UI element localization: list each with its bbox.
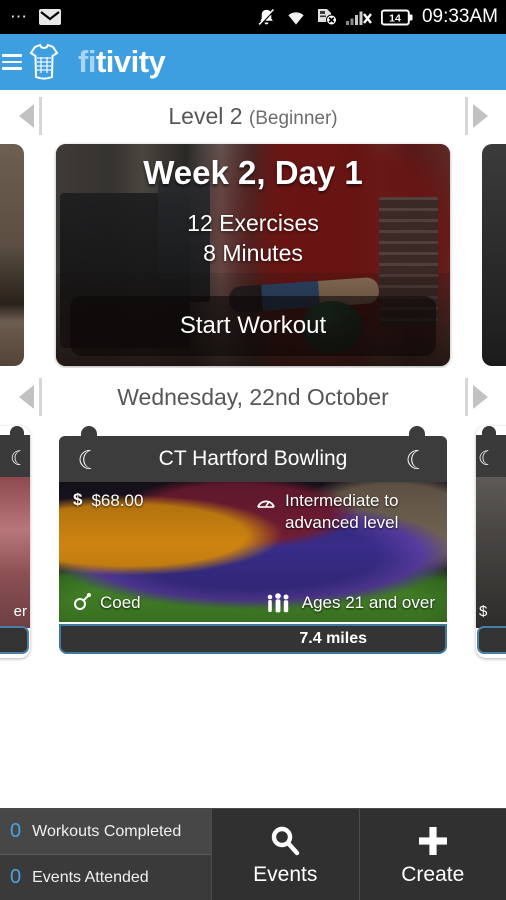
events-button-label: Events xyxy=(253,862,318,886)
event-price-text: $68.00 xyxy=(91,491,144,510)
mail-icon xyxy=(39,9,61,25)
app-bar: fitivity xyxy=(0,34,506,90)
date-nav-row: Wednesday, 22nd October xyxy=(0,368,506,426)
nav-divider xyxy=(38,378,42,416)
date-next-button[interactable] xyxy=(450,368,502,426)
workout-card-peek-next[interactable] xyxy=(482,144,506,366)
event-level: Intermediate to advanced level xyxy=(256,490,435,534)
hanger-hook-icon: ☾ xyxy=(405,445,429,475)
hanger-hook-icon: ☾ xyxy=(10,448,28,470)
workout-exercises: 12 Exercises xyxy=(187,210,319,236)
plus-icon xyxy=(418,826,447,855)
event-card-body: $ $68.00 Intermediate to advanced level xyxy=(59,482,447,622)
create-button[interactable]: Create xyxy=(358,809,506,900)
events-button[interactable]: Events xyxy=(211,809,359,900)
signal-off-icon xyxy=(345,11,372,25)
date-title: Wednesday, 22nd October xyxy=(117,383,389,410)
dollar-icon: $ xyxy=(73,490,83,509)
event-info-row-top: $ $68.00 Intermediate to advanced level xyxy=(59,490,447,534)
start-workout-button[interactable]: Start Workout xyxy=(70,296,436,356)
chevron-right-icon xyxy=(472,104,488,128)
hanger-hook-icon: ☾ xyxy=(478,448,496,470)
nav-divider xyxy=(38,97,42,135)
workout-title: Week 2, Day 1 xyxy=(143,154,363,191)
status-bar-left: ⋯ xyxy=(10,7,61,26)
hamburger-menu-icon[interactable] xyxy=(2,54,22,70)
stat-workouts-completed[interactable]: 0 Workouts Completed xyxy=(0,809,211,854)
event-ages-text: Ages 21 and over xyxy=(301,593,435,612)
nav-divider xyxy=(464,97,468,135)
workout-card[interactable]: Week 2, Day 1 12 Exercises 8 Minutes Sta… xyxy=(56,144,450,366)
event-card-header: CT Hartford Bowling xyxy=(59,436,447,482)
level-title: Level 2 (Beginner) xyxy=(168,103,337,130)
event-peek-text: $ xyxy=(479,603,488,620)
brand-suffix: tivity xyxy=(95,44,166,79)
level-title-text: Level 2 xyxy=(168,102,243,129)
level-subtitle-text: (Beginner) xyxy=(248,107,338,129)
event-gender: Coed xyxy=(73,592,141,614)
chevron-right-icon xyxy=(472,385,488,409)
jersey-logo-icon xyxy=(29,43,59,80)
event-card-footer: 7.4 miles xyxy=(59,624,447,654)
hanger-hook-icon: ☾ xyxy=(77,445,101,475)
event-carousel: ☾ er ☾ $ CT Hartford Bowling ☾ ☾ $ $68.0… xyxy=(0,426,506,658)
event-ages: Ages 21 and over xyxy=(265,592,435,614)
event-info-row-bottom: Coed Ages 21 and over xyxy=(59,592,447,614)
status-bar-right: 14 09:33AM xyxy=(257,6,498,28)
status-bar: ⋯ 14 09:33AM xyxy=(0,0,506,34)
workout-duration: 8 Minutes xyxy=(203,240,303,266)
chevron-left-icon xyxy=(18,104,34,128)
start-workout-label: Start Workout xyxy=(179,312,327,339)
event-card-peek-next[interactable]: ☾ $ xyxy=(476,426,506,658)
event-gender-text: Coed xyxy=(100,593,141,612)
sd-card-off-icon xyxy=(317,9,337,26)
event-title: CT Hartford Bowling xyxy=(158,447,348,470)
chevron-left-icon xyxy=(18,385,34,409)
event-price: $ $68.00 xyxy=(73,490,143,534)
app-root: ⋯ 14 09:33AM fitivity Level 2 (Beginner)… xyxy=(0,0,506,900)
event-level-text: Intermediate to advanced level xyxy=(285,491,399,532)
workout-carousel: Week 2, Day 1 12 Exercises 8 Minutes Sta… xyxy=(0,142,506,368)
gauge-icon xyxy=(257,500,275,508)
nav-divider xyxy=(464,378,468,416)
brand-title: fitivity xyxy=(78,44,166,80)
stat-label: Events Attended xyxy=(32,868,149,886)
gender-coed-icon xyxy=(74,593,91,610)
event-distance: 7.4 miles xyxy=(299,630,367,647)
status-bar-clock: 09:33AM xyxy=(421,6,498,27)
stat-events-attended[interactable]: 0 Events Attended xyxy=(0,854,211,900)
battery-level-text: 14 xyxy=(389,12,401,24)
level-prev-button[interactable] xyxy=(4,90,56,142)
level-next-button[interactable] xyxy=(450,90,502,142)
level-nav-row: Level 2 (Beginner) xyxy=(0,90,506,142)
search-icon xyxy=(272,826,300,855)
silent-bell-icon xyxy=(258,8,275,26)
brand-prefix: fi xyxy=(78,44,96,79)
bottom-bar: 0 Workouts Completed 0 Events Attended E… xyxy=(0,808,506,900)
stat-value: 0 xyxy=(10,866,22,888)
stats-panel: 0 Workouts Completed 0 Events Attended xyxy=(0,809,211,900)
stat-value: 0 xyxy=(10,820,22,842)
battery-icon: 14 xyxy=(380,9,413,25)
date-prev-button[interactable] xyxy=(4,368,56,426)
people-icon xyxy=(267,593,289,613)
event-card-peek-previous[interactable]: ☾ er xyxy=(0,426,30,658)
event-card[interactable]: CT Hartford Bowling ☾ ☾ $ $68.00 Interme… xyxy=(59,426,447,654)
event-peek-text: er xyxy=(13,603,27,620)
event-peek-footer xyxy=(477,626,506,654)
more-dots-icon: ⋯ xyxy=(10,7,29,26)
stat-label: Workouts Completed xyxy=(32,822,182,840)
wifi-icon xyxy=(288,11,304,25)
create-button-label: Create xyxy=(401,862,465,886)
event-peek-footer xyxy=(0,626,29,654)
workout-card-peek-previous[interactable] xyxy=(0,144,24,366)
